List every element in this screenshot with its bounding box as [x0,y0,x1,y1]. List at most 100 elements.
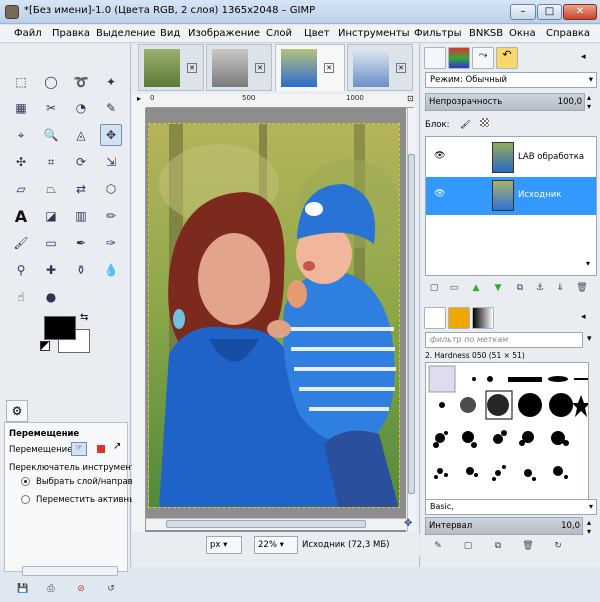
maximize-button[interactable]: □ [537,4,562,20]
image-tab-4[interactable]: ✕ [347,44,413,91]
crop-icon[interactable]: ⌗ [40,151,62,173]
image-tab-2[interactable]: ✕ [206,44,272,91]
delete-brush-icon[interactable]: 🗑 [521,541,535,551]
lock-alpha-icon[interactable] [479,118,489,127]
menu-help[interactable]: Справка [546,28,590,39]
delete-layer-icon[interactable]: 🗑 [575,283,589,293]
image-tab-1[interactable]: ✕ [138,44,204,91]
eraser-icon[interactable]: ▭ [40,232,62,254]
gradients-tab-icon[interactable] [472,307,494,329]
clone-icon[interactable]: ⚲ [10,259,32,281]
edit-brush-icon[interactable]: ✎ [431,541,445,551]
paths-icon[interactable]: ✎ [100,97,122,119]
ink-icon[interactable]: ✑ [100,232,122,254]
new-layer-icon[interactable]: ▢ [427,283,441,293]
perspective-icon[interactable]: ⏢ [40,178,62,200]
image-tab-3-active[interactable]: ✕ [275,44,345,91]
menu-windows[interactable]: Окна [509,28,536,39]
scissors-icon[interactable]: ✂ [40,97,62,119]
menu-image[interactable]: Изображение [188,28,260,39]
move-tool-icon[interactable]: ✥ [100,124,122,146]
brushes-grid[interactable] [425,362,589,502]
duplicate-layer-icon[interactable]: ⧉ [513,283,527,293]
blur-icon[interactable]: 💧 [100,259,122,281]
layer-row-selected[interactable]: 👁 Исходник [426,177,596,215]
menu-tools[interactable]: Инструменты [338,28,410,39]
foreground-color-swatch[interactable] [44,316,76,340]
lock-pixels-icon[interactable]: 🖌 [460,120,471,130]
merge-down-icon[interactable]: ⇓ [553,283,567,293]
heal-icon[interactable]: ✚ [40,259,62,281]
tool-options-scrollbar[interactable] [22,566,118,576]
menu-filters[interactable]: Фильтры [414,28,461,39]
menu-select[interactable]: Выделение [96,28,156,39]
default-colors-icon[interactable] [40,341,50,351]
visibility-eye-icon[interactable]: 👁 [434,151,445,161]
move-active-radio[interactable] [21,495,30,504]
move-path-icon[interactable]: ↗ [113,441,121,452]
menu-layer[interactable]: Слой [266,28,292,39]
dock-menu-icon[interactable]: ◂ [581,52,586,62]
reset-options-icon[interactable]: ↺ [104,584,118,594]
new-layer-group-icon[interactable]: ▭ [447,283,461,293]
select-by-color-icon[interactable]: ▦ [10,97,32,119]
menu-file[interactable]: Файл [14,28,42,39]
free-select-icon[interactable]: ➰ [70,71,92,93]
rotate-icon[interactable]: ⟳ [70,151,92,173]
close-tab-icon[interactable]: ✕ [324,63,334,73]
close-button[interactable]: ✕ [563,4,597,20]
pencil-icon[interactable]: ✏ [100,205,122,227]
delete-options-icon[interactable]: ⊘ [74,584,88,594]
vertical-scroll-thumb[interactable] [408,154,415,494]
color-picker-icon[interactable]: ⌖ [10,124,32,146]
brush-tag-filter[interactable]: фильтр по меткам [425,332,583,348]
cage-transform-icon[interactable]: ⬡ [100,178,122,200]
minimize-button[interactable]: – [510,4,536,20]
swap-colors-icon[interactable]: ⇆ [80,312,88,323]
anchor-layer-icon[interactable]: ⚓ [533,283,547,293]
scale-icon[interactable]: ⇲ [100,151,122,173]
menu-view[interactable]: Вид [160,28,180,39]
brushes-menu-icon[interactable]: ◂ [581,312,586,322]
move-selection-icon[interactable] [97,445,105,453]
spacing-slider[interactable]: Интервал 10,0 [425,517,583,535]
flip-icon[interactable]: ⇄ [70,178,92,200]
foreground-select-icon[interactable]: ◔ [70,97,92,119]
duplicate-brush-icon[interactable]: ⧉ [491,541,505,551]
refresh-brushes-icon[interactable]: ↻ [551,541,565,551]
canvas-area[interactable] [146,108,406,532]
layers-scroll-arrow[interactable]: ▾ [586,259,596,273]
menu-edit[interactable]: Правка [52,28,90,39]
close-tab-icon[interactable]: ✕ [255,63,265,73]
opacity-slider[interactable]: Непрозрачность 100,0 [425,93,585,111]
dodge-burn-icon[interactable]: ● [40,286,62,308]
ellipse-select-icon[interactable]: ◯ [40,71,62,93]
undo-tab-icon[interactable]: ↶ [496,47,518,69]
menu-colors[interactable]: Цвет [304,28,330,39]
pick-layer-radio[interactable] [21,477,30,486]
close-tab-icon[interactable]: ✕ [396,63,406,73]
menu-bnksb[interactable]: BNKSB [469,28,503,39]
move-layer-icon[interactable]: ☞ [71,442,87,456]
save-options-icon[interactable]: 💾 [16,584,30,594]
shear-icon[interactable]: ▱ [10,178,32,200]
paths-tab-icon[interactable]: ⤳ [472,47,494,69]
brushes-tab-icon[interactable] [424,307,446,329]
tool-options-tab-icon[interactable]: ⚙ [6,400,28,422]
restore-options-icon[interactable]: ⎙ [44,584,58,594]
navigate-icon[interactable]: ✥ [404,518,412,529]
brush-preset-select[interactable]: Basic, ▾ [425,499,597,515]
spacing-spinner[interactable]: ▴ ▾ [587,518,591,536]
channels-tab-icon[interactable] [448,47,470,69]
rect-select-icon[interactable]: ⬚ [10,71,32,93]
new-brush-icon[interactable]: ▢ [461,541,475,551]
patterns-tab-icon[interactable] [448,307,470,329]
visibility-eye-icon[interactable]: 👁 [434,189,445,199]
close-tab-icon[interactable]: ✕ [187,63,197,73]
smudge-icon[interactable]: ☝ [10,286,32,308]
layers-tab-icon[interactable] [424,47,446,69]
horizontal-scroll-thumb[interactable] [166,520,366,528]
zoom-select[interactable]: 22% ▾ [254,536,298,554]
layers-list[interactable]: 👁 LAB обработка 👁 Исходник ▾ [425,136,597,276]
quick-mask-corner[interactable]: ▸ [132,94,146,108]
